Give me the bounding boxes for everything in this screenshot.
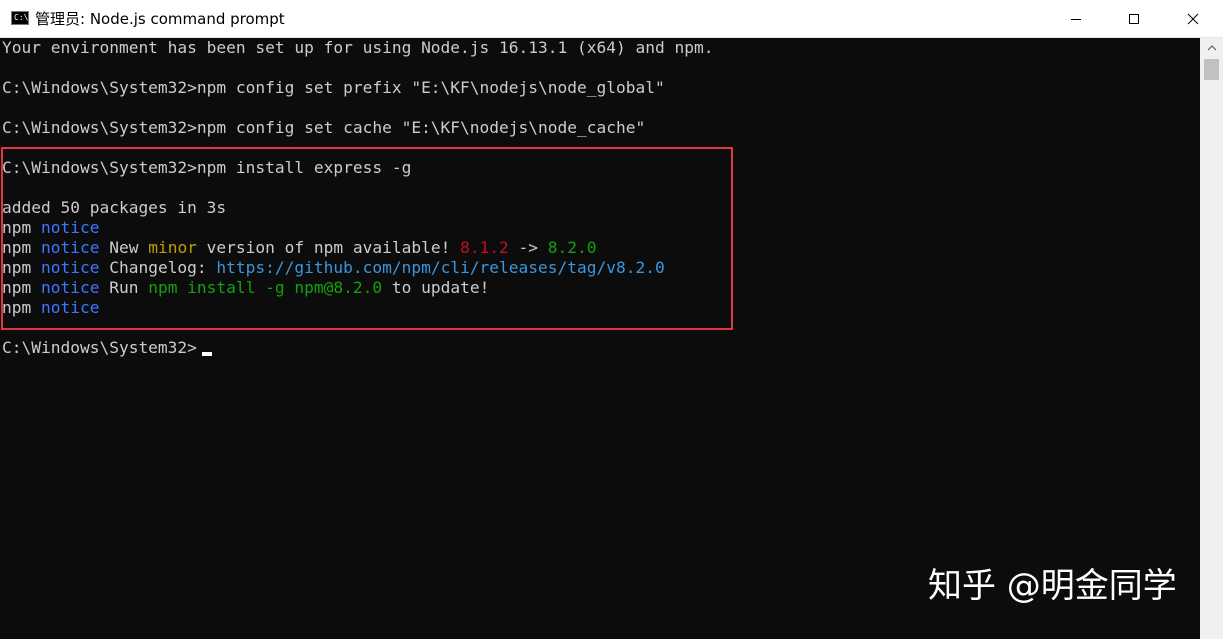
line-text: C:\Windows\System32>npm config set cache… (2, 118, 646, 137)
cmd-app-icon[interactable]: C:\ (11, 11, 29, 25)
window-title: 管理员: Node.js command prompt (35, 10, 285, 28)
console-window: C:\ 管理员: Node.js command prompt Your env… (0, 0, 1223, 639)
chevron-up-icon (1207, 45, 1216, 51)
console-line-cache-cmd: C:\Windows\System32>npm config set cache… (2, 118, 645, 138)
text-cursor (202, 352, 212, 356)
close-icon (1187, 13, 1199, 25)
title-bar[interactable]: C:\ 管理员: Node.js command prompt (0, 0, 1223, 38)
minimize-icon (1071, 19, 1081, 20)
console-line-env: Your environment has been set up for usi… (2, 38, 713, 58)
prompt-text: C:\Windows\System32> (2, 338, 197, 357)
console-line-prompt[interactable]: C:\Windows\System32> (2, 338, 197, 358)
vertical-scrollbar[interactable] (1200, 38, 1223, 639)
maximize-button[interactable] (1105, 0, 1163, 38)
minimize-button[interactable] (1047, 0, 1105, 38)
line-text: C:\Windows\System32>npm config set prefi… (2, 78, 665, 97)
console-output[interactable]: Your environment has been set up for usi… (0, 38, 1200, 639)
maximize-icon (1129, 14, 1139, 24)
scroll-up-button[interactable] (1200, 38, 1223, 58)
watermark-text: 知乎 @明金同学 (928, 566, 1177, 606)
line-text: Your environment has been set up for usi… (2, 38, 714, 57)
scroll-thumb[interactable] (1204, 59, 1219, 80)
app-icon-label: C:\ (14, 13, 29, 22)
highlight-annotation-box (1, 147, 733, 330)
console-line-prefix-cmd: C:\Windows\System32>npm config set prefi… (2, 78, 665, 98)
close-button[interactable] (1163, 0, 1223, 38)
